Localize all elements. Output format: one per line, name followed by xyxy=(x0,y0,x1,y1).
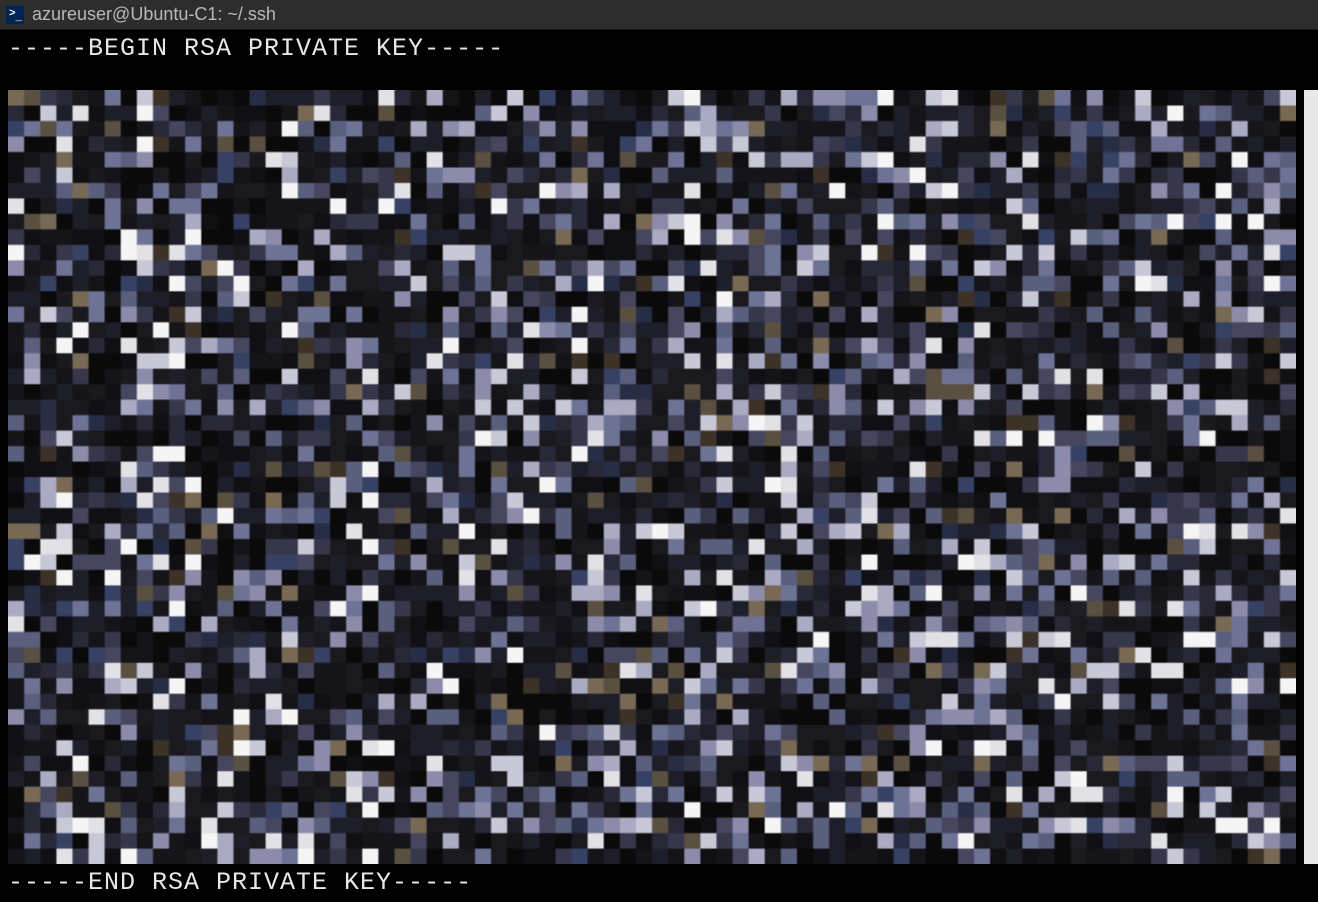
powershell-icon xyxy=(6,6,24,24)
end-key-line: -----END RSA PRIVATE KEY----- xyxy=(8,868,472,898)
window-title: azureuser@Ubuntu-C1: ~/.ssh xyxy=(32,4,276,25)
window-titlebar: azureuser@Ubuntu-C1: ~/.ssh xyxy=(0,0,1318,30)
begin-key-line: -----BEGIN RSA PRIVATE KEY----- xyxy=(8,34,1310,64)
terminal-area[interactable]: -----BEGIN RSA PRIVATE KEY----- -----END… xyxy=(0,30,1318,902)
obscured-key-body xyxy=(8,90,1296,864)
scrollbar[interactable] xyxy=(1304,90,1318,864)
